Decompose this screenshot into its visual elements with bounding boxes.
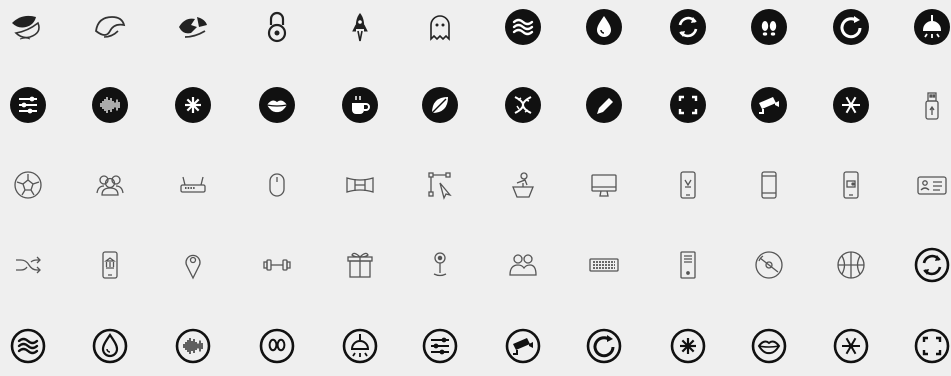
reload-outline-circle-icon bbox=[580, 322, 628, 370]
fortune-cookie-broken-icon bbox=[169, 3, 217, 51]
icon-grid bbox=[0, 0, 951, 366]
lips-outline-circle-icon bbox=[745, 322, 793, 370]
smartphone-bank-icon bbox=[86, 241, 134, 289]
fullscreen-circle-icon bbox=[664, 81, 712, 129]
keyboard-icon bbox=[580, 241, 628, 289]
water-drop-circle-icon bbox=[580, 3, 628, 51]
compact-disc-icon bbox=[745, 241, 793, 289]
soundwave-outline-circle-icon bbox=[169, 322, 217, 370]
podium-speaker-icon bbox=[499, 161, 547, 209]
water-drop-outline-circle-icon bbox=[86, 322, 134, 370]
icon-row bbox=[0, 0, 951, 57]
vector-path-icon bbox=[416, 161, 464, 209]
icon-row bbox=[0, 155, 951, 215]
icon-row bbox=[0, 75, 951, 135]
router-icon bbox=[169, 161, 217, 209]
dumbbell-icon bbox=[253, 241, 301, 289]
lips-circle-icon bbox=[253, 81, 301, 129]
desktop-monitor-icon bbox=[580, 161, 628, 209]
sliders-outline-circle-icon bbox=[416, 322, 464, 370]
icon-row bbox=[0, 316, 951, 376]
pencil-circle-icon bbox=[580, 81, 628, 129]
gift-box-icon bbox=[336, 241, 384, 289]
panorama-icon bbox=[336, 161, 384, 209]
refresh-outline-circle-icon bbox=[908, 241, 951, 289]
waves-outline-circle-icon bbox=[4, 322, 52, 370]
ceiling-lamp-circle-icon bbox=[908, 3, 951, 51]
user-group-icon bbox=[86, 161, 134, 209]
sliders-circle-icon bbox=[4, 81, 52, 129]
snowflake-outline-circle-icon bbox=[827, 322, 875, 370]
padlock-icon bbox=[253, 3, 301, 51]
footprints-outline-circle-icon bbox=[253, 322, 301, 370]
fullscreen-outline-circle-icon bbox=[908, 322, 951, 370]
snowflake-circle-icon bbox=[827, 81, 875, 129]
map-pin-icon bbox=[169, 241, 217, 289]
desktop-tower-icon bbox=[664, 241, 712, 289]
security-camera-outline-circle-icon bbox=[499, 322, 547, 370]
asterisk-circle-icon bbox=[169, 81, 217, 129]
asterisk-outline-circle-icon bbox=[664, 322, 712, 370]
coffee-cup-circle-icon bbox=[336, 81, 384, 129]
footprints-circle-icon bbox=[745, 3, 793, 51]
basketball-icon bbox=[827, 241, 875, 289]
smartphone-icon bbox=[745, 161, 793, 209]
dna-circle-icon bbox=[499, 81, 547, 129]
soundwave-circle-icon bbox=[86, 81, 134, 129]
fortune-cookie-outline-icon bbox=[86, 3, 134, 51]
rocket-icon bbox=[336, 3, 384, 51]
waves-circle-icon bbox=[499, 3, 547, 51]
ceiling-lamp-outline-circle-icon bbox=[336, 322, 384, 370]
id-card-icon bbox=[908, 161, 951, 209]
fortune-cookie-icon bbox=[4, 3, 52, 51]
smartphone-wallet-icon bbox=[827, 161, 875, 209]
icon-row bbox=[0, 235, 951, 295]
leaf-circle-icon bbox=[416, 81, 464, 129]
ghost-icon bbox=[416, 3, 464, 51]
team-icon bbox=[499, 241, 547, 289]
reload-circle-icon bbox=[827, 3, 875, 51]
computer-mouse-icon bbox=[253, 161, 301, 209]
smartphone-ribbon-icon bbox=[664, 161, 712, 209]
location-marker-icon bbox=[416, 241, 464, 289]
usb-drive-icon bbox=[908, 81, 951, 129]
refresh-circle-icon bbox=[664, 3, 712, 51]
security-camera-circle-icon bbox=[745, 81, 793, 129]
soccer-ball-icon bbox=[4, 161, 52, 209]
shuffle-icon bbox=[4, 241, 52, 289]
